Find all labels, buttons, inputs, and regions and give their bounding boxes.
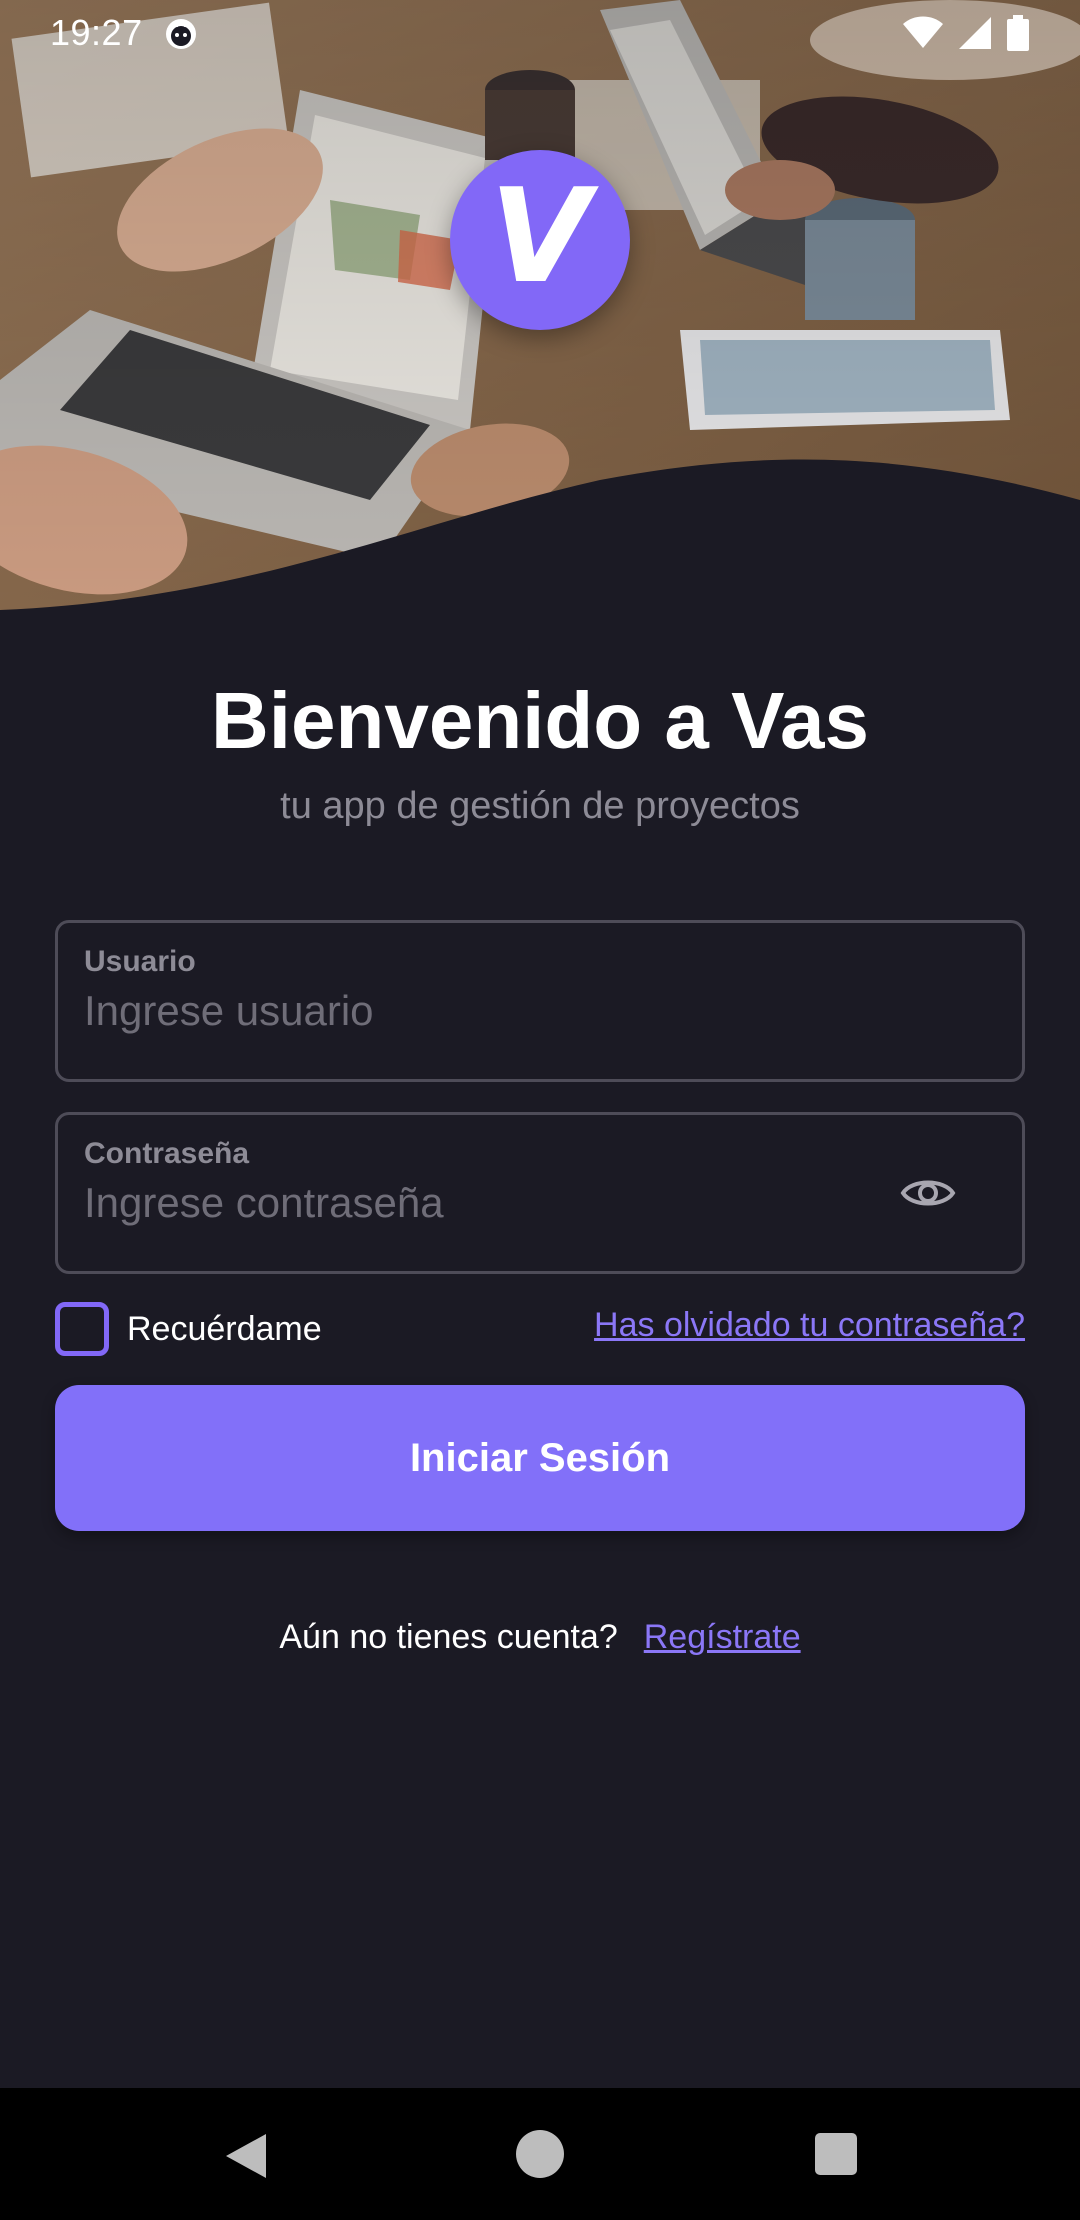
signup-prompt: Aún no tienes cuenta? xyxy=(279,1618,618,1656)
welcome-subtitle: tu app de gestión de proyectos xyxy=(280,785,800,827)
status-bar: 19:27 xyxy=(0,0,1080,66)
cat-notification-icon xyxy=(165,19,196,49)
register-link[interactable]: Regístrate xyxy=(644,1618,801,1657)
username-input[interactable] xyxy=(84,987,904,1035)
username-field[interactable]: Usuario xyxy=(55,920,1025,1082)
username-label: Usuario xyxy=(84,945,196,978)
signal-icon xyxy=(959,17,991,49)
home-icon[interactable] xyxy=(516,2130,564,2178)
status-time: 19:27 xyxy=(50,12,143,53)
back-icon[interactable] xyxy=(222,2132,270,2180)
app-logo: V xyxy=(450,150,630,330)
battery-icon xyxy=(1007,15,1029,51)
login-button[interactable]: Iniciar Sesión xyxy=(55,1385,1025,1531)
eye-icon[interactable] xyxy=(900,1173,956,1213)
navigation-bar xyxy=(0,2088,1080,2220)
password-field[interactable]: Contraseña xyxy=(55,1112,1025,1274)
wifi-icon xyxy=(903,16,943,48)
forgot-password-link[interactable]: Has olvidado tu contraseña? xyxy=(594,1306,1025,1345)
login-button-label: Iniciar Sesión xyxy=(409,1435,671,1480)
remember-me[interactable]: Recuérdame xyxy=(55,1302,322,1356)
logo-letter: V xyxy=(489,160,591,312)
remember-checkbox[interactable] xyxy=(55,1302,109,1356)
welcome-title: Bienvenido a Vas xyxy=(210,676,870,765)
password-label: Contraseña xyxy=(84,1137,250,1170)
recents-icon[interactable] xyxy=(815,2133,857,2175)
remember-label: Recuérdame xyxy=(127,1309,322,1348)
signup-row: Aún no tienes cuenta? Regístrate xyxy=(0,1618,1080,1657)
password-input[interactable] xyxy=(84,1179,904,1227)
